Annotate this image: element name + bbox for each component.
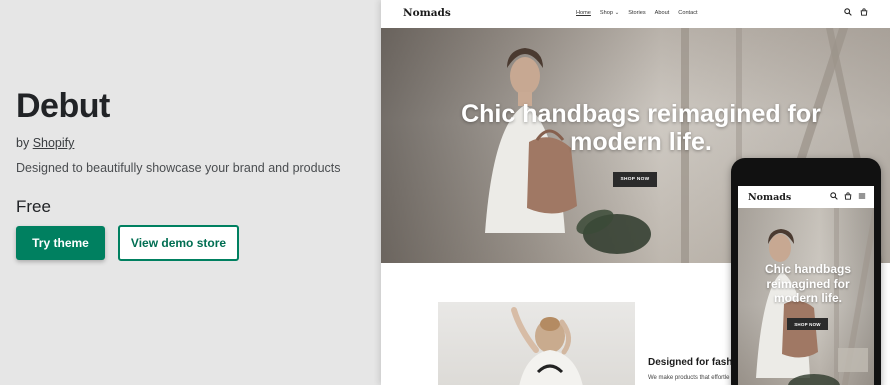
theme-title: Debut (16, 87, 110, 125)
preview-section-body: We make products that effortle (648, 375, 730, 381)
theme-price: Free (16, 197, 51, 216)
mobile-preview[interactable]: Nomads Chic handbags reimagined for mode… (731, 158, 881, 385)
cart-icon (844, 192, 852, 200)
mobile-header: Nomads (738, 186, 874, 208)
preview-nav-home: Home (576, 10, 591, 16)
preview-nav-about: About (654, 10, 670, 16)
byline-prefix: by (16, 136, 30, 150)
chevron-down-icon: ⌄ (614, 10, 620, 16)
mobile-screen: Nomads Chic handbags reimagined for mode… (738, 186, 874, 385)
mobile-hero-title: Chic handbags reimagined for modern life… (764, 262, 851, 305)
try-theme-button[interactable]: Try theme (16, 226, 105, 260)
preview-hero-title: Chic handbags reimagined for modern life… (461, 100, 821, 156)
preview-header-icons (844, 8, 868, 16)
author-link[interactable]: Shopify (33, 136, 75, 150)
preview-store-logo: Nomads (403, 7, 451, 19)
cart-icon (860, 8, 868, 16)
preview-nav-shop: Shop ⌄ (599, 10, 620, 16)
preview-section-heading: Designed for fashio (648, 357, 742, 368)
mobile-header-icons (830, 192, 866, 200)
preview-shop-now-button: SHOP NOW (613, 172, 657, 187)
preview-nav-contact: Contact (678, 10, 698, 16)
view-demo-store-button[interactable]: View demo store (118, 225, 239, 261)
menu-icon (858, 193, 866, 199)
theme-byline: by Shopify (16, 136, 346, 150)
preview-feature-image (438, 302, 635, 385)
theme-description: Designed to beautifully showcase your br… (16, 161, 341, 175)
search-icon (844, 8, 852, 16)
theme-actions: Try theme View demo store (16, 225, 239, 261)
preview-nav-stories: Stories (628, 10, 646, 16)
theme-info-panel: Debut by Shopify Designed to beautifully… (16, 86, 346, 261)
mobile-hero-image: Chic handbags reimagined for modern life… (738, 208, 874, 385)
search-icon (830, 192, 838, 200)
mobile-store-logo: Nomads (748, 192, 792, 203)
preview-header: Nomads Home Shop ⌄ Stories About Contact (381, 0, 890, 28)
preview-nav: Home Shop ⌄ Stories About Contact (576, 10, 698, 16)
mobile-shop-now-button: SHOP NOW (787, 318, 828, 330)
